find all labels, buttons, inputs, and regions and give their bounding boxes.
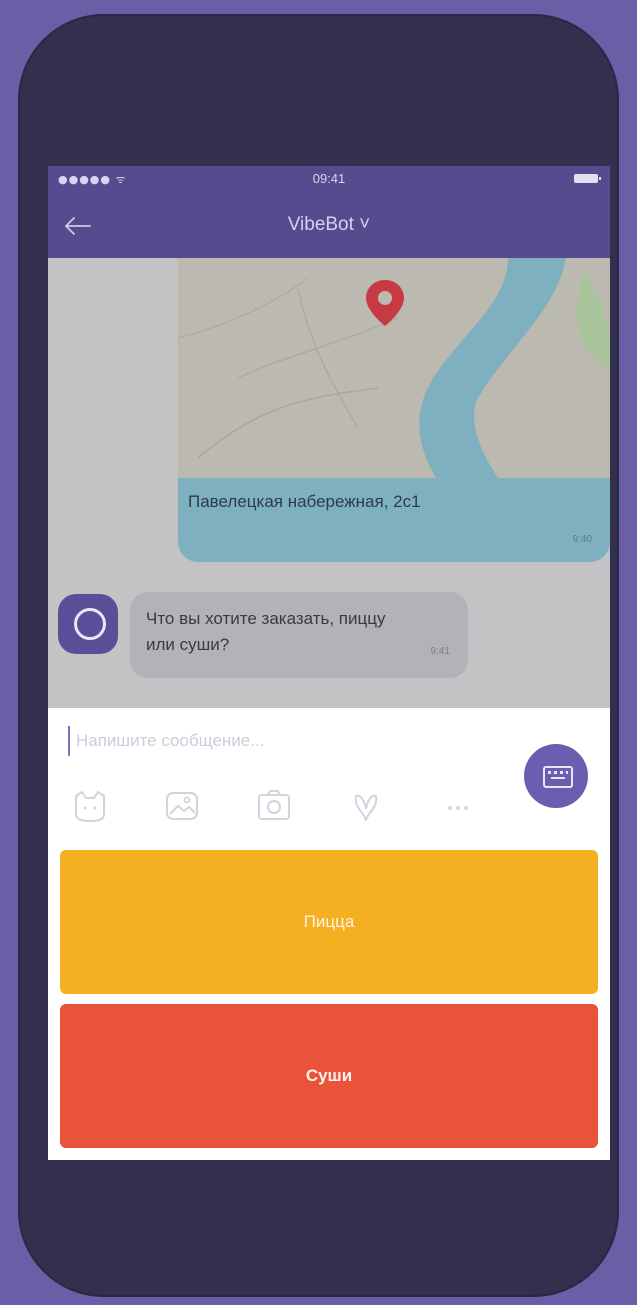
app-screen: ●●●●● ᯤ 09:41 VibeBot ˅ Павелецкая набер… <box>48 166 610 1160</box>
viber-logo-icon <box>74 608 106 640</box>
battery-icon <box>574 174 601 183</box>
composer-toolbar <box>48 782 528 832</box>
status-bar: ●●●●● ᯤ 09:41 <box>48 166 610 192</box>
chat-header: VibeBot ˅ <box>48 192 610 258</box>
camera-icon[interactable] <box>254 786 294 826</box>
bot-avatar[interactable] <box>58 594 118 654</box>
bot-message[interactable]: Что вы хотите заказать, пиццу или суши? … <box>130 592 468 678</box>
location-details: Павелецкая набережная, 2с1 9:40 <box>178 478 610 562</box>
doodle-icon[interactable] <box>346 786 386 826</box>
message-time: 9:40 <box>572 534 592 545</box>
message-time: 9:41 <box>430 646 450 657</box>
location-message[interactable]: Павелецкая набережная, 2с1 9:40 <box>178 258 610 562</box>
keyboard-button[interactable] <box>524 744 588 808</box>
keyboard-icon <box>543 766 573 788</box>
chat-title[interactable]: VibeBot ˅ <box>48 214 610 236</box>
message-input[interactable] <box>68 726 496 756</box>
sticker-icon[interactable] <box>70 786 110 826</box>
pizza-button[interactable]: Пицца <box>60 850 598 994</box>
chat-area[interactable]: Павелецкая набережная, 2с1 9:40 Что вы х… <box>48 258 610 708</box>
message-composer <box>48 708 610 842</box>
sushi-button[interactable]: Суши <box>60 1004 598 1148</box>
bot-message-text: Что вы хотите заказать, пиццу или суши? <box>146 609 386 654</box>
map-preview[interactable] <box>178 258 610 478</box>
more-icon[interactable] <box>438 786 478 826</box>
location-address: Павелецкая набережная, 2с1 <box>188 492 421 511</box>
gallery-icon[interactable] <box>162 786 202 826</box>
status-time: 09:41 <box>312 171 346 186</box>
